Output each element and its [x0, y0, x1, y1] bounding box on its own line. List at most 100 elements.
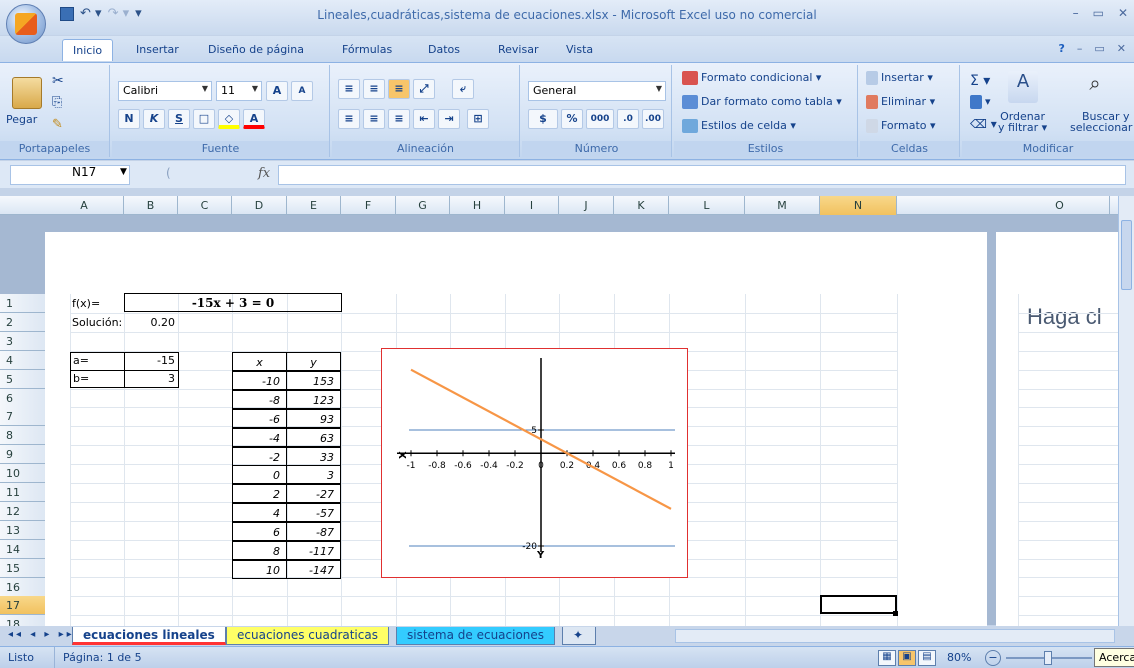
- shrink-font-icon[interactable]: A: [291, 81, 313, 101]
- tab-diseno-pagina[interactable]: Diseño de página: [208, 43, 304, 56]
- autosum-icon[interactable]: Σ ▾: [970, 73, 990, 89]
- column-header[interactable]: A: [45, 196, 124, 215]
- font-size-combo[interactable]: 11 ▼: [216, 81, 262, 101]
- row-header[interactable]: 14: [0, 540, 45, 559]
- paste-button[interactable]: Pegar: [6, 113, 37, 126]
- column-header[interactable]: O: [1010, 196, 1110, 215]
- number-format-combo[interactable]: General ▼: [528, 81, 666, 101]
- row-header[interactable]: 16: [0, 578, 45, 597]
- chevron-down-icon[interactable]: ▼: [120, 167, 127, 177]
- align-right-icon[interactable]: ≡: [388, 109, 410, 129]
- insert-cells-button[interactable]: Insertar ▾: [866, 71, 933, 85]
- fill-color-icon[interactable]: ◇: [218, 109, 240, 129]
- bold-button[interactable]: N: [118, 109, 140, 129]
- row-header[interactable]: 3: [0, 332, 45, 351]
- name-box[interactable]: [10, 165, 130, 185]
- align-middle-icon[interactable]: ≡: [363, 79, 385, 99]
- column-header[interactable]: G: [396, 196, 450, 215]
- insert-function-button[interactable]: fx: [258, 166, 270, 181]
- tab-revisar[interactable]: Revisar: [498, 43, 538, 56]
- row-header[interactable]: 8: [0, 426, 45, 445]
- delete-cells-button[interactable]: Eliminar ▾: [866, 95, 935, 109]
- column-header[interactable]: N: [820, 196, 897, 215]
- row-header[interactable]: 6: [0, 389, 45, 408]
- column-header[interactable]: K: [614, 196, 669, 215]
- align-top-icon[interactable]: ≡: [338, 79, 360, 99]
- horizontal-scrollbar[interactable]: [675, 629, 1115, 643]
- tab-inicio[interactable]: Inicio: [62, 39, 114, 61]
- page-break-view-icon[interactable]: ▤: [918, 650, 936, 666]
- chart[interactable]: -1 -0.8 -0.6 -0.4 -0.2 0 0.2 0.4 0.6 0.8 15-20XY: [381, 348, 688, 578]
- column-header[interactable]: C: [178, 196, 232, 215]
- borders-icon[interactable]: □: [193, 109, 215, 129]
- decrease-indent-icon[interactable]: ⇤: [413, 109, 435, 129]
- row-header[interactable]: 17: [0, 596, 45, 615]
- wrap-text-icon[interactable]: ⤶: [452, 79, 474, 99]
- tab-insertar[interactable]: Insertar: [136, 43, 179, 56]
- format-cells-button[interactable]: Formato ▾: [866, 119, 936, 133]
- percent-button[interactable]: %: [561, 109, 583, 129]
- italic-button[interactable]: K: [143, 109, 165, 129]
- underline-button[interactable]: S: [168, 109, 190, 129]
- sort-filter-icon[interactable]: A: [1008, 71, 1038, 103]
- selected-cell-n17[interactable]: [820, 595, 897, 614]
- tab-datos[interactable]: Datos: [428, 43, 460, 56]
- find-select-button[interactable]: Buscar yseleccionar ▾: [1070, 111, 1134, 133]
- close-icon[interactable]: ✕: [1118, 6, 1128, 20]
- row-header[interactable]: 13: [0, 521, 45, 540]
- row-header[interactable]: 10: [0, 464, 45, 483]
- row-header[interactable]: 11: [0, 483, 45, 502]
- normal-view-icon[interactable]: ▦: [878, 650, 896, 666]
- office-button[interactable]: [6, 4, 46, 44]
- row-header[interactable]: 4: [0, 351, 45, 370]
- column-header[interactable]: L: [669, 196, 745, 215]
- tab-vista[interactable]: Vista: [566, 43, 593, 56]
- merge-center-icon[interactable]: ⊞: [467, 109, 489, 129]
- cell-styles-button[interactable]: Estilos de celda ▾: [682, 119, 796, 133]
- row-header[interactable]: 12: [0, 502, 45, 521]
- sheet-tab-sistema-ecuaciones[interactable]: sistema de ecuaciones: [396, 627, 556, 645]
- row-header[interactable]: 2: [0, 313, 45, 332]
- formula-input[interactable]: [278, 165, 1126, 185]
- column-header[interactable]: E: [287, 196, 341, 215]
- vertical-scroll-thumb[interactable]: [1121, 220, 1132, 290]
- minimize-icon[interactable]: –: [1073, 6, 1079, 20]
- align-center-icon[interactable]: ≡: [363, 109, 385, 129]
- paste-icon[interactable]: [12, 77, 42, 109]
- orientation-icon[interactable]: ⤢: [413, 79, 435, 99]
- zoom-out-icon[interactable]: −: [985, 650, 1001, 666]
- insert-sheet-icon[interactable]: ✦: [562, 627, 596, 645]
- column-header[interactable]: I: [505, 196, 559, 215]
- align-left-icon[interactable]: ≡: [338, 109, 360, 129]
- font-color-icon[interactable]: A: [243, 109, 265, 129]
- row-header[interactable]: 7: [0, 407, 45, 426]
- row-header[interactable]: 5: [0, 370, 45, 389]
- cancel-formula-icon[interactable]: (: [166, 166, 171, 180]
- sheet-tab-ecuaciones-lineales[interactable]: ecuaciones lineales: [72, 627, 226, 645]
- row-header[interactable]: 9: [0, 445, 45, 464]
- conditional-format-button[interactable]: Formato condicional ▾: [682, 71, 821, 85]
- doc-restore-icon[interactable]: ▭: [1094, 42, 1104, 55]
- zoom-slider-thumb[interactable]: [1044, 651, 1052, 665]
- increase-decimal-icon[interactable]: .0: [617, 109, 639, 129]
- find-select-icon[interactable]: ⌕: [1080, 71, 1110, 103]
- format-as-table-button[interactable]: Dar formato como tabla ▾: [682, 95, 842, 109]
- sheet-nav-buttons[interactable]: ◂◂ ◂ ▸ ▸▸: [8, 629, 75, 640]
- grow-font-icon[interactable]: A: [266, 81, 288, 101]
- vertical-scrollbar[interactable]: [1118, 196, 1134, 626]
- font-name-combo[interactable]: Calibri ▼: [118, 81, 212, 101]
- tab-formulas[interactable]: Fórmulas: [342, 43, 392, 56]
- zoom-level[interactable]: 80%: [947, 651, 971, 664]
- row-header[interactable]: 1: [0, 294, 45, 313]
- sheet-tab-ecuaciones-cuadraticas[interactable]: ecuaciones cuadraticas: [226, 627, 389, 645]
- column-header[interactable]: J: [559, 196, 614, 215]
- align-bottom-icon[interactable]: ≡: [388, 79, 410, 99]
- column-header[interactable]: M: [745, 196, 820, 215]
- thousands-button[interactable]: 000: [586, 109, 614, 129]
- column-header[interactable]: H: [450, 196, 505, 215]
- column-header[interactable]: D: [232, 196, 287, 215]
- column-header[interactable]: F: [341, 196, 396, 215]
- row-header[interactable]: 15: [0, 559, 45, 578]
- currency-button[interactable]: $: [528, 109, 558, 129]
- doc-minimize-icon[interactable]: –: [1077, 42, 1083, 55]
